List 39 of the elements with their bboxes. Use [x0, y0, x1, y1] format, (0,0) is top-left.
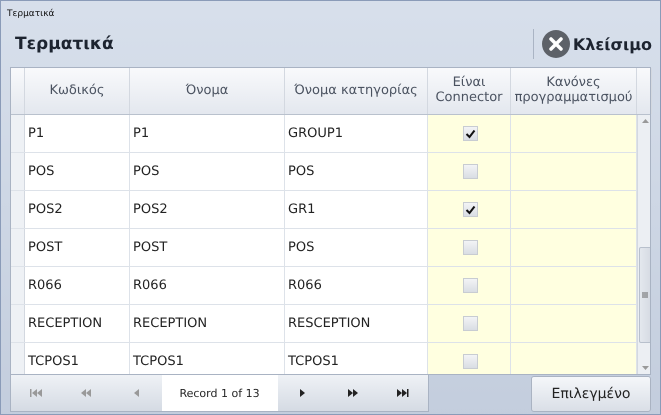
row-header[interactable] — [11, 115, 25, 152]
scroll-thumb[interactable] — [638, 246, 650, 342]
row-header[interactable] — [11, 191, 25, 228]
checkbox[interactable] — [463, 240, 478, 255]
row-header[interactable] — [11, 267, 25, 304]
checkbox[interactable] — [463, 164, 478, 179]
row-header[interactable] — [11, 343, 25, 374]
table-cell: TCPOS1 — [285, 343, 428, 374]
checkbox[interactable] — [463, 316, 478, 331]
table-cell: TCPOS1 — [130, 343, 285, 374]
skip-back-icon — [30, 389, 42, 397]
row-header[interactable] — [11, 229, 25, 266]
skip-forward-icon — [396, 389, 409, 397]
fast-forward-icon — [348, 389, 358, 397]
back-icon — [134, 389, 139, 397]
row-header[interactable] — [11, 153, 25, 190]
column-header[interactable]: Κανόνες προγραμματισμού — [511, 68, 637, 114]
window-title: Τερματικά — [6, 8, 56, 21]
record-counter: Record 1 of 13 — [162, 375, 278, 411]
checkbox[interactable] — [463, 126, 478, 141]
column-header[interactable]: Είναι Connector — [428, 68, 511, 114]
column-header[interactable]: Όνομα — [130, 68, 285, 114]
close-button[interactable]: Κλείσιμο — [532, 29, 652, 59]
checkbox[interactable] — [463, 354, 478, 369]
grip-icon — [642, 292, 648, 298]
close-icon — [542, 30, 570, 58]
table-cell: TCPOS1 — [25, 343, 130, 374]
column-header[interactable]: Κωδικός — [25, 68, 130, 114]
page-title: Τερματικά — [14, 34, 114, 54]
checkbox[interactable] — [463, 202, 478, 217]
column-header[interactable]: Όνομα κατηγορίας — [285, 68, 428, 114]
checkbox[interactable] — [463, 278, 478, 293]
scrollbar[interactable] — [637, 115, 650, 374]
select-button[interactable]: Επιλεγμένο — [531, 376, 651, 412]
scroll-up-icon[interactable] — [642, 119, 648, 123]
forward-icon — [300, 389, 306, 397]
scroll-down-icon[interactable] — [642, 366, 648, 370]
rewind-icon — [81, 389, 92, 397]
row-header[interactable] — [11, 305, 25, 342]
